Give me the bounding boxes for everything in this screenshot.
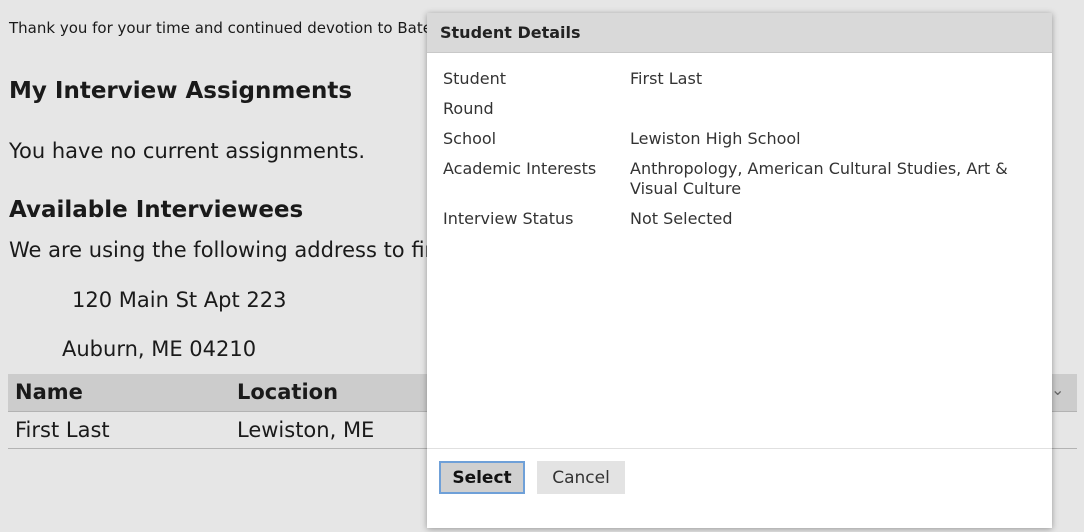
field-label-academic-interests: Academic Interests [443,159,597,178]
field-label-round: Round [443,99,494,118]
chevron-down-icon[interactable]: ⌄ [1051,380,1064,399]
field-label-school: School [443,129,497,148]
field-value-school: Lewiston High School [630,129,801,148]
row-location: Lewiston, ME [237,418,375,442]
column-header-location[interactable]: Location [237,380,338,404]
assignments-heading: My Interview Assignments [9,78,353,104]
dialog-title-bar: Student Details [427,13,1052,53]
field-label-interview-status: Interview Status [443,209,574,228]
field-value-student: First Last [630,69,703,88]
dialog-footer-divider [427,448,1052,449]
student-details-dialog: Student Details Student First Last Round… [427,13,1052,528]
thanks-message: Thank you for your time and continued de… [9,19,440,37]
field-label-student: Student [443,69,506,88]
no-assignments-text: You have no current assignments. [9,139,366,163]
address-intro-text: We are using the following address to fi… [9,238,434,262]
row-name[interactable]: First Last [15,418,110,442]
field-value-interview-status: Not Selected [630,209,733,228]
column-header-name[interactable]: Name [15,380,83,404]
select-button[interactable]: Select [439,461,525,494]
address-line-2: Auburn, ME 04210 [62,337,257,361]
field-value-academic-interests: Anthropology, American Cultural Studies,… [630,159,1008,198]
cancel-button[interactable]: Cancel [537,461,625,494]
dialog-title: Student Details [440,23,581,42]
available-heading: Available Interviewees [9,197,304,223]
address-line-1: 120 Main St Apt 223 [72,288,287,312]
